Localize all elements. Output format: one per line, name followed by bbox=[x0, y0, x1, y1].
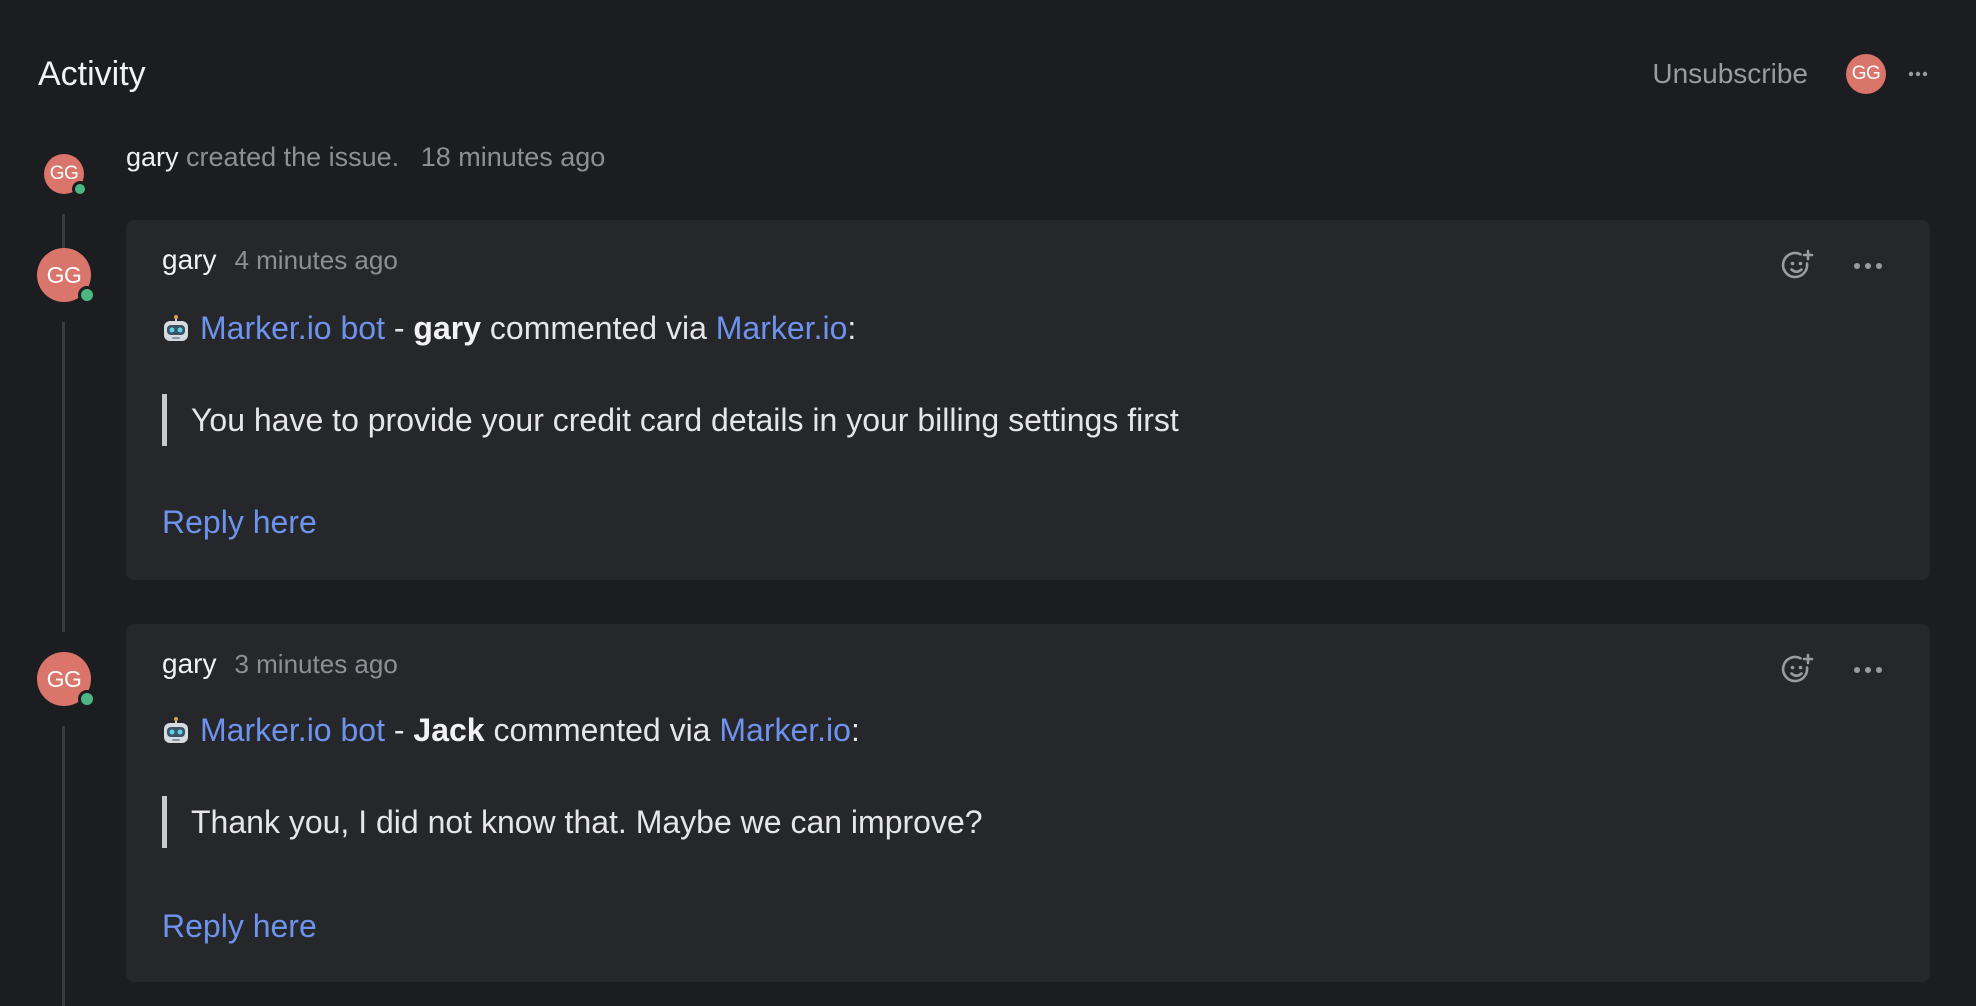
comment-author[interactable]: gary bbox=[162, 648, 216, 680]
comment-author-avatar-initials: GG bbox=[46, 261, 82, 288]
comment-more-button[interactable] bbox=[1842, 648, 1894, 692]
comment-time: 4 minutes ago bbox=[234, 245, 398, 275]
robot-icon bbox=[162, 716, 190, 745]
markerio-link[interactable]: Marker.io bbox=[719, 712, 851, 749]
online-status-dot bbox=[72, 181, 88, 197]
comment-quote: You have to provide your credit card det… bbox=[162, 394, 1179, 446]
comment-time: 3 minutes ago bbox=[234, 649, 398, 679]
more-horizontal-icon bbox=[1854, 667, 1882, 673]
created-event-text: gary created the issue. 18 minutes ago bbox=[126, 142, 605, 173]
more-horizontal-icon bbox=[1854, 263, 1882, 269]
created-event-avatar[interactable]: GG bbox=[44, 154, 88, 197]
via-text: commented via bbox=[489, 310, 707, 346]
activity-header: Activity Unsubscribe GG bbox=[38, 48, 1938, 100]
created-event-action: created the issue. bbox=[186, 142, 400, 172]
comment-author-avatar-initials: GG bbox=[46, 665, 82, 692]
more-horizontal-icon bbox=[1908, 71, 1928, 77]
commenter-name: gary bbox=[413, 310, 481, 346]
created-event-avatar-initials: GG bbox=[49, 163, 79, 184]
colon: : bbox=[847, 310, 857, 346]
add-reaction-button[interactable] bbox=[1772, 648, 1824, 692]
comment-author[interactable]: gary bbox=[162, 244, 216, 276]
comment-body-line: Marker.io bot - gary commented via Marke… bbox=[162, 310, 856, 347]
comment-more-button[interactable] bbox=[1842, 244, 1894, 288]
markerio-link[interactable]: Marker.io bbox=[716, 310, 848, 347]
subscriber-avatar[interactable]: GG bbox=[1846, 54, 1886, 94]
activity-panel: Activity Unsubscribe GG GG gary created … bbox=[0, 0, 1976, 1006]
comment-card: gary 4 minutes ago Marker.io bot - gary … bbox=[126, 220, 1930, 580]
comment-header: gary 3 minutes ago bbox=[162, 648, 398, 680]
timeline-connector bbox=[62, 214, 65, 248]
timeline-connector bbox=[62, 726, 65, 1006]
header-more-button[interactable] bbox=[1898, 54, 1938, 94]
reply-link[interactable]: Reply here bbox=[162, 908, 317, 945]
robot-icon bbox=[162, 314, 190, 343]
comment-body-line: Marker.io bot - Jack commented via Marke… bbox=[162, 712, 860, 749]
commenter-name: Jack bbox=[413, 712, 485, 748]
bot-link[interactable]: Marker.io bot bbox=[200, 712, 385, 749]
subscriber-avatar-initials: GG bbox=[1851, 63, 1881, 84]
comment-author-avatar[interactable]: GG bbox=[37, 248, 96, 304]
add-reaction-button[interactable] bbox=[1772, 244, 1824, 288]
header-actions: Unsubscribe GG bbox=[1652, 54, 1938, 94]
created-event-time: 18 minutes ago bbox=[420, 142, 606, 172]
reply-link[interactable]: Reply here bbox=[162, 504, 317, 541]
separator: - bbox=[393, 310, 405, 346]
separator: - bbox=[393, 712, 405, 748]
comment-actions bbox=[1772, 244, 1894, 288]
add-reaction-icon bbox=[1781, 249, 1814, 279]
bot-link[interactable]: Marker.io bot bbox=[200, 310, 385, 347]
unsubscribe-button[interactable]: Unsubscribe bbox=[1652, 58, 1808, 90]
comment-card: gary 3 minutes ago Marker.io bot - Jack … bbox=[126, 624, 1930, 982]
created-event-actor[interactable]: gary bbox=[126, 142, 179, 172]
comment-header: gary 4 minutes ago bbox=[162, 244, 398, 276]
add-reaction-icon bbox=[1781, 653, 1814, 683]
activity-title: Activity bbox=[38, 54, 146, 93]
colon: : bbox=[850, 712, 860, 748]
online-status-dot bbox=[78, 690, 96, 708]
comment-author-avatar[interactable]: GG bbox=[37, 652, 96, 708]
comment-quote: Thank you, I did not know that. Maybe we… bbox=[162, 796, 983, 848]
comment-actions bbox=[1772, 648, 1894, 692]
online-status-dot bbox=[78, 286, 96, 304]
via-text: commented via bbox=[493, 712, 711, 748]
timeline-connector bbox=[62, 322, 65, 632]
